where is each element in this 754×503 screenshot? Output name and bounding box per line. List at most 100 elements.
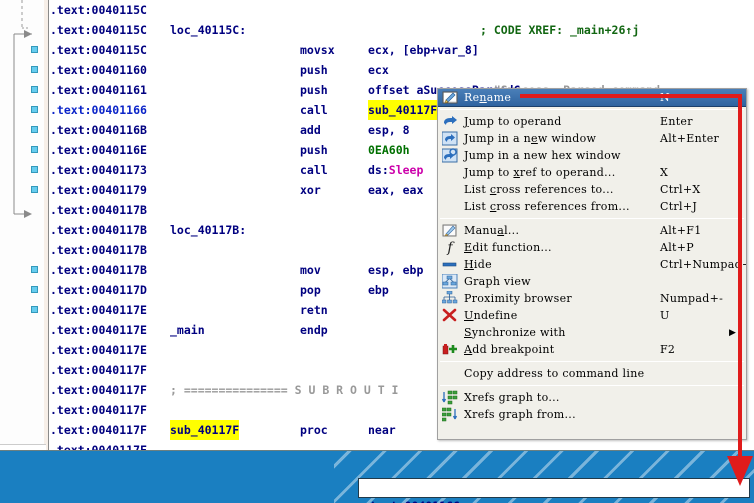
row-address: .text:0040115C (50, 43, 147, 57)
row-address: .text:0040117B (50, 203, 147, 217)
menu-item-shortcut: F2 (660, 343, 676, 356)
line-marker-icon[interactable] (31, 126, 38, 133)
row-mnemonic: endp (300, 323, 328, 337)
menu-item-label: Synchronize with (464, 326, 566, 339)
function-italic-f-icon: f (447, 239, 453, 256)
row-mnemonic: call (300, 163, 328, 177)
row-label[interactable]: loc_40117B: (170, 220, 246, 240)
row-address: .text:0040117F (50, 363, 147, 377)
row-address: .text:0040117B (50, 243, 147, 257)
menu-item-jump-in-a-new-window[interactable]: Jump in a new window Alt+Enter (438, 130, 746, 147)
hide-dash-icon (440, 257, 460, 273)
imported-api-name[interactable]: Sleep (389, 163, 424, 177)
row-operand[interactable]: ecx (368, 60, 389, 80)
menu-item-synchronize-with[interactable]: Synchronize with ▶ (438, 324, 746, 341)
row-operand[interactable]: 0EA60h (368, 140, 410, 160)
row-operand[interactable]: eax, eax (368, 180, 423, 200)
menu-item-shortcut: Alt+Enter (660, 132, 720, 145)
row-operand[interactable]: ebp (368, 280, 389, 300)
row-operand[interactable]: ecx, [ebp+var_8] (368, 40, 479, 60)
status-line: .text:00401166 call printf (358, 478, 750, 503)
row-mnemonic: push (300, 83, 328, 97)
jump-arrow-icon (440, 114, 460, 130)
disassembly-row[interactable]: .text:00401160 push ecx (50, 60, 754, 80)
menu-item-rename[interactable]: Rename N (438, 89, 746, 107)
row-operand-highlighted[interactable]: sub_40117F (368, 100, 438, 120)
row-address: .text:0040117B (50, 263, 147, 277)
row-address: .text:0040117E (50, 343, 147, 357)
menu-item-label: Xrefs graph to... (464, 391, 560, 404)
row-address: .text:0040116B (50, 123, 147, 137)
row-label[interactable]: _main (170, 320, 205, 340)
menu-item-edit-function[interactable]: f Edit function... Alt+P (438, 239, 746, 256)
undefine-red-x-icon (440, 308, 460, 324)
menu-item-label: Undefine (464, 309, 518, 322)
menu-item-jump-to-operand[interactable]: Jump to operand Enter (438, 113, 746, 130)
context-menu[interactable]: Rename N Jump to operand Enter Jump in a new… (437, 88, 747, 440)
menu-item-shortcut: Alt+P (660, 241, 695, 254)
row-address: .text:00401161 (50, 83, 147, 97)
menu-item-add-breakpoint[interactable]: Add breakpoint F2 (438, 341, 746, 358)
row-address: .text:00401160 (50, 63, 147, 77)
line-marker-icon[interactable] (31, 146, 38, 153)
menu-item-jump-in-a-new-hex-window[interactable]: Jump in a new hex window (438, 147, 746, 164)
row-operand[interactable]: ds:Sleep (368, 160, 423, 180)
graph-view-icon (440, 274, 460, 290)
row-mnemonic: push (300, 143, 328, 157)
disassembly-row[interactable]: .text:0040115C movsx ecx, [ebp+var_8] (50, 40, 754, 60)
menu-item-shortcut: Ctrl+J (660, 200, 698, 213)
disassembly-row[interactable]: .text:0040115C loc_40115C: ; CODE XREF: _m… (50, 20, 754, 40)
menu-item-list-cross-references-from[interactable]: List cross references from... Ctrl+J (438, 198, 746, 215)
menu-item-proximity-browser[interactable]: Proximity browser Numpad+- (438, 290, 746, 307)
menu-item-label: Jump to xref to operand... (464, 166, 616, 179)
line-marker-icon[interactable] (31, 166, 38, 173)
menu-item-hide[interactable]: Hide Ctrl+Numpad+- (438, 256, 746, 273)
menu-item-xrefs-graph-to[interactable]: Xrefs graph to... (438, 389, 746, 406)
menu-item-label: List cross references from... (464, 200, 630, 213)
menu-item-jump-to-xref-to-operand[interactable]: Jump to xref to operand... X (438, 164, 746, 181)
row-comment: ; =============== S U B R O U T I (170, 383, 399, 397)
row-mnemonic: retn (300, 303, 328, 317)
menu-item-graph-view[interactable]: Graph view (438, 273, 746, 290)
menu-item-shortcut: Ctrl+Numpad+- (660, 258, 747, 271)
row-address: .text:0040116E (50, 143, 147, 157)
address-column-separator (48, 0, 49, 452)
row-operand[interactable]: near (368, 420, 396, 440)
rename-icon (440, 90, 460, 106)
jump-new-window-icon (440, 131, 460, 147)
menu-item-label: Rename (464, 91, 512, 104)
row-address: .text:0040117F (50, 383, 147, 397)
row-operand[interactable]: esp, 8 (368, 120, 410, 140)
submenu-chevron-right-icon: ▶ (729, 327, 736, 338)
menu-item-shortcut: Alt+F1 (660, 224, 702, 237)
row-address: .text:0040117E (50, 323, 147, 337)
jump-hex-window-icon (440, 148, 460, 164)
menu-item-shortcut: X (660, 166, 669, 179)
row-comment: ; CODE XREF: _main+26↑j (480, 23, 640, 37)
menu-item-shortcut: Ctrl+X (660, 183, 701, 196)
row-label-highlighted[interactable]: sub_40117F (170, 420, 240, 440)
line-marker-icon[interactable] (31, 86, 38, 93)
row-address: .text:00401179 (50, 183, 147, 197)
status-address: .text:00401166 (363, 497, 460, 503)
line-marker-icon[interactable] (31, 186, 38, 193)
line-marker-icon[interactable] (31, 266, 38, 273)
menu-item-copy-address-to-command-line[interactable]: Copy address to command line (438, 365, 746, 382)
menu-item-shortcut: Enter (660, 115, 693, 128)
row-operand[interactable]: esp, ebp (368, 260, 423, 280)
line-marker-icon[interactable] (31, 46, 38, 53)
disassembly-row[interactable]: .text:0040115C (50, 0, 754, 20)
menu-item-list-cross-references-to[interactable]: List cross references to... Ctrl+X (438, 181, 746, 198)
row-label[interactable]: loc_40115C: (170, 20, 246, 40)
menu-item-undefine[interactable]: Undefine U (438, 307, 746, 324)
row-mnemonic: mov (300, 263, 321, 277)
menu-divider (440, 361, 744, 362)
menu-item-manual[interactable]: Manual... Alt+F1 (438, 222, 746, 239)
row-mnemonic: xor (300, 183, 321, 197)
menu-item-xrefs-graph-from[interactable]: Xrefs graph from... (438, 406, 746, 423)
menu-item-label: Edit function... (464, 241, 552, 254)
line-marker-icon[interactable] (31, 66, 38, 73)
line-marker-icon[interactable] (31, 306, 38, 313)
line-marker-icon[interactable] (31, 286, 38, 293)
line-marker-icon[interactable] (31, 106, 38, 113)
